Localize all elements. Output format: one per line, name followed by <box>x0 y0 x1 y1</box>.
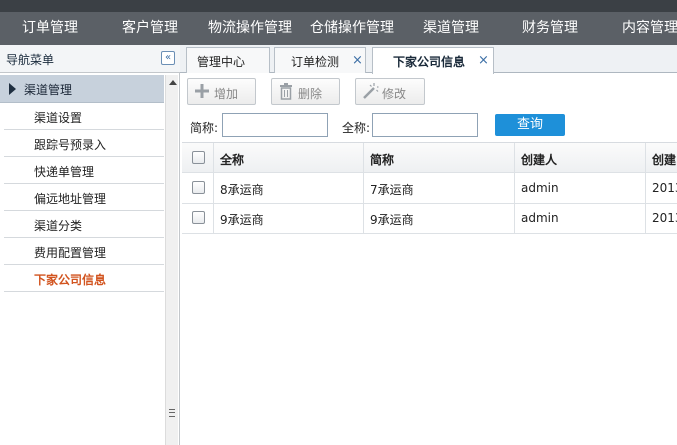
full-name-input[interactable] <box>372 113 478 137</box>
sidebar: 导航菜单 « 渠道管理 渠道设置 跟踪号预录入 快递单管理 偏远地址管理 渠道分… <box>0 45 180 445</box>
column-header-label: 创建 <box>652 153 677 167</box>
sidebar-title: 导航菜单 <box>6 53 55 67</box>
menu-group-label: 渠道管理 <box>24 83 73 97</box>
tab-label: 下家公司信息 <box>393 55 466 69</box>
grid-header-row: 全称 简称 创建人 创建 <box>182 142 677 173</box>
magic-wand-icon <box>363 83 379 99</box>
column-header-label: 简称 <box>370 153 395 167</box>
sidebar-item-label: 渠道设置 <box>34 111 83 125</box>
cell-text: admin <box>521 181 559 195</box>
close-icon[interactable]: × <box>478 53 489 68</box>
grid-cell: admin <box>515 173 646 203</box>
sidebar-item-label: 快递单管理 <box>34 165 95 179</box>
short-name-label: 简称: <box>190 121 219 135</box>
grid-cell: 8承运商 <box>214 173 364 203</box>
plus-icon <box>195 84 209 98</box>
grid-cell: 9承运商 <box>364 203 515 233</box>
grid-cell: 2013 <box>646 173 677 203</box>
column-header-full-name[interactable]: 全称 <box>214 143 364 173</box>
column-header-created[interactable]: 创建 <box>646 143 677 173</box>
sidebar-item-label: 偏远地址管理 <box>34 192 107 206</box>
topnav-item-channels[interactable]: 渠道管理 <box>423 12 479 45</box>
sidebar-scrollbar[interactable] <box>165 75 178 445</box>
topnav-item-orders[interactable]: 订单管理 <box>22 12 78 45</box>
data-grid: 全称 简称 创建人 创建 8承运商 7承运商 admin 201 9承运商 9承… <box>182 142 677 234</box>
column-header-label: 全称 <box>220 153 245 167</box>
cell-text: 9承运商 <box>220 213 264 227</box>
sidebar-item-label: 费用配置管理 <box>34 246 107 260</box>
tab-label: 管理中心 <box>197 55 246 69</box>
sidebar-item-express-waybill[interactable]: 快递单管理 <box>4 157 164 184</box>
add-button-label: 增加 <box>214 87 239 101</box>
row-checkbox[interactable] <box>192 181 205 194</box>
cell-text: 2013 <box>652 181 677 195</box>
table-row[interactable]: 9承运商 9承运商 admin 2013 <box>182 203 677 234</box>
sidebar-item-label: 渠道分类 <box>34 219 83 233</box>
column-header-short-name[interactable]: 简称 <box>364 143 515 173</box>
topnav-item-finance[interactable]: 财务管理 <box>522 12 578 45</box>
sidebar-item-fee-config[interactable]: 费用配置管理 <box>4 238 164 265</box>
scroll-up-icon[interactable] <box>169 80 177 85</box>
full-name-label: 全称: <box>342 121 371 135</box>
sidebar-item-tracking-prereg[interactable]: 跟踪号预录入 <box>4 130 164 157</box>
tab-bar: 管理中心 订单检测 × 下家公司信息 × <box>180 45 677 74</box>
menu-group-channels[interactable]: 渠道管理 <box>0 75 164 103</box>
main-content: 管理中心 订单检测 × 下家公司信息 × 增加 删除 修改 简称: 全称: 查询… <box>180 45 677 445</box>
grid-cell-select <box>182 203 214 233</box>
delete-button[interactable]: 删除 <box>271 78 340 105</box>
sidebar-item-remote-address[interactable]: 偏远地址管理 <box>4 184 164 211</box>
column-header-creator[interactable]: 创建人 <box>515 143 646 173</box>
edit-button-label: 修改 <box>382 87 407 101</box>
topnav-item-warehouse[interactable]: 仓储操作管理 <box>310 12 394 45</box>
scroll-grip-icon[interactable] <box>169 409 175 417</box>
tab-management-center[interactable]: 管理中心 <box>186 47 270 73</box>
grid-cell: 9承运商 <box>214 203 364 233</box>
row-checkbox[interactable] <box>192 211 205 224</box>
trash-icon <box>280 83 292 100</box>
grid-cell: 7承运商 <box>364 173 515 203</box>
sidebar-item-channel-category[interactable]: 渠道分类 <box>4 211 164 238</box>
sidebar-item-channel-settings[interactable]: 渠道设置 <box>4 103 164 130</box>
cell-text: 8承运商 <box>220 183 264 197</box>
delete-button-label: 删除 <box>298 87 323 101</box>
close-icon[interactable]: × <box>352 53 363 68</box>
tab-label: 订单检测 <box>291 55 340 69</box>
tab-downstream-company[interactable]: 下家公司信息 × <box>372 47 494 74</box>
short-name-input[interactable] <box>222 113 328 137</box>
grid-cell-select <box>182 173 214 203</box>
table-row[interactable]: 8承运商 7承运商 admin 2013 <box>182 173 677 204</box>
search-bar: 简称: 全称: 查询 <box>180 110 677 142</box>
topnav-item-content[interactable]: 内容管理 <box>622 12 677 45</box>
query-button[interactable]: 查询 <box>495 114 565 136</box>
cell-text: admin <box>521 211 559 225</box>
sidebar-header: 导航菜单 « <box>0 45 180 73</box>
sidebar-item-downstream-company[interactable]: 下家公司信息 <box>4 265 164 292</box>
cell-text: 9承运商 <box>370 213 414 227</box>
select-all-checkbox[interactable] <box>192 151 205 164</box>
grid-cell-select <box>182 143 214 173</box>
toolbar: 增加 删除 修改 <box>180 74 677 110</box>
topnav-item-logistics[interactable]: 物流操作管理 <box>208 12 292 45</box>
sidebar-item-label: 跟踪号预录入 <box>34 138 107 152</box>
add-button[interactable]: 增加 <box>187 78 256 105</box>
cell-text: 7承运商 <box>370 183 414 197</box>
edit-button[interactable]: 修改 <box>355 78 425 105</box>
column-header-label: 创建人 <box>521 153 558 167</box>
top-nav-bar: 订单管理 客户管理 物流操作管理 仓储操作管理 渠道管理 财务管理 内容管理 <box>0 0 677 45</box>
grid-cell: admin <box>515 203 646 233</box>
cell-text: 2013 <box>652 211 677 225</box>
tab-order-check[interactable]: 订单检测 × <box>274 47 366 73</box>
topnav-item-customers[interactable]: 客户管理 <box>122 12 178 45</box>
caret-right-icon <box>9 83 16 95</box>
grid-cell: 2013 <box>646 203 677 233</box>
double-chevron-left-icon[interactable]: « <box>161 51 175 65</box>
sidebar-item-label: 下家公司信息 <box>34 273 107 287</box>
